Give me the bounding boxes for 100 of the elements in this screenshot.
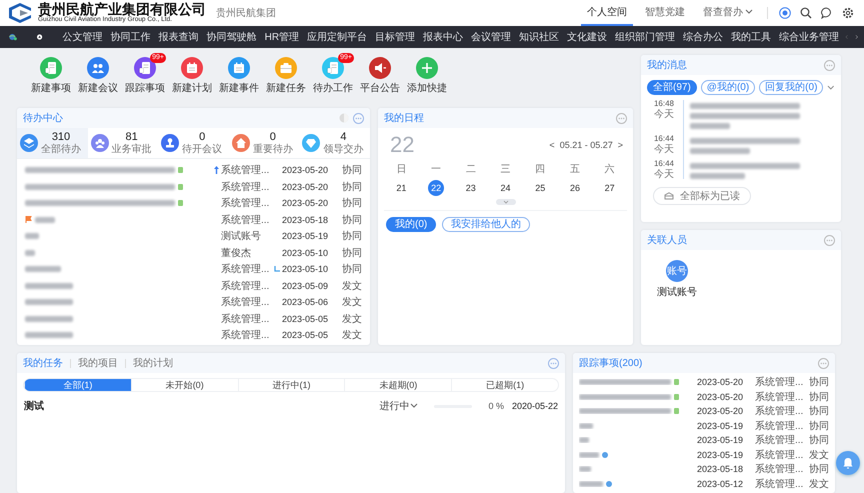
status-dropdown[interactable]: 进行中 [379,399,418,413]
filter-chip[interactable]: @我的(0) [700,80,756,95]
calendar-day[interactable]: 27 [602,180,618,196]
more-icon[interactable] [824,60,835,70]
message-time: 16:44 [654,135,674,144]
blurred-text [25,233,39,240]
stat-tab[interactable]: 0 重要待办 [228,128,300,158]
status-filter-tab[interactable]: 未超期(0) [344,379,452,391]
chevron-down-icon[interactable] [827,84,835,90]
nav-menu-item[interactable]: 协同驾驶舱 [206,30,257,44]
quick-action-button[interactable]: 添加快捷 [405,55,449,95]
user-circle-icon[interactable] [779,7,791,19]
date-text: 2023-05-20 [697,377,744,388]
nav-menu-item[interactable]: 报表查询 [158,30,199,44]
calendar-day[interactable]: 23 [462,180,479,196]
next-week-button[interactable]: > [618,140,623,150]
sender-name: 系统管理... [755,462,804,476]
more-icon[interactable] [548,358,559,368]
type-text: 发文 [341,328,362,342]
date-text: 2023-05-10 [282,248,330,258]
stat-tab[interactable]: 81 业务审批 [88,128,158,158]
message-time: 16:44 [654,160,674,169]
status-filter-tab[interactable]: 已超期(1) [451,379,558,391]
stat-tab[interactable]: 0 待开会议 [158,128,229,158]
type-text: 发文 [341,280,362,293]
nav-menu-item[interactable]: 协同工作 [110,30,151,44]
quick-action-button[interactable]: 新建任务 [264,55,308,95]
status-filter-tab[interactable]: 进行中(1) [238,379,344,391]
sender-name: 系统管理... [221,328,270,342]
quick-action-button[interactable]: 新建事件 [217,55,261,95]
filter-chip[interactable]: 我安排给他人的 [442,217,530,232]
stat-tab[interactable]: 4 领导交办 [299,128,370,158]
nav-menu-item[interactable]: 综合办公 [683,30,724,44]
calendar-day[interactable]: 24 [498,180,514,196]
blurred-text [25,332,73,338]
blurred-text [579,466,591,472]
quick-action-button[interactable]: 平台公告 [358,55,402,95]
date-text: 2023-05-09 [282,280,330,291]
sender-name: 系统管理... [755,434,804,448]
calendar-day[interactable]: 25 [532,180,548,196]
quick-action-button[interactable]: 新建会议 [76,55,120,95]
date-text: 2023-05-06 [282,297,330,308]
theme-toggle-icon[interactable] [339,113,349,123]
quick-action-button[interactable]: 新建计划 [170,55,214,95]
header-tab[interactable]: 智慧党建 [639,0,691,26]
blurred-text [579,480,603,487]
calendar-day[interactable]: 22 [428,180,444,196]
blurred-text [25,250,35,256]
message-time: 16:48 [654,100,674,109]
nav-menu-item[interactable]: 应用定制平台 [307,30,368,44]
filter-chip[interactable]: 我的(0) [386,217,436,232]
search-icon[interactable] [800,7,812,19]
calendar-day[interactable]: 21 [393,180,410,196]
chat-icon[interactable] [821,7,833,19]
previous-week-button[interactable]: < [549,140,555,150]
mark-all-read-button[interactable]: 全部标为已读 [653,187,751,205]
nav-menu-item[interactable]: 综合业务管理 [779,30,840,44]
message-day: 今天 [654,144,674,155]
nav-menu-item[interactable]: 组织部门管理 [615,30,676,44]
person-name: 测试账号 [657,286,697,299]
blurred-text [579,452,599,458]
status-filter-tab[interactable]: 未开始(0) [130,379,238,391]
sender-name: 系统管理... [221,180,270,194]
nav-menu-item[interactable]: 报表中心 [423,30,464,44]
filter-chip[interactable]: 回复我的(0) [759,80,824,95]
nav-menu-item[interactable]: 文化建设 [567,30,608,44]
type-text: 发文 [808,478,829,491]
nav-menu-item[interactable]: 公文管理 [62,30,103,44]
sender-name: 董俊杰 [221,246,252,260]
task-name: 测试 [24,400,44,413]
notification-button[interactable] [836,451,860,475]
more-icon[interactable] [353,112,364,124]
nav-menu-item[interactable]: 会议管理 [471,30,512,44]
status-filter-tab[interactable]: 全部(1) [24,379,131,391]
weekday-label: 五 [568,163,581,176]
quick-action-button[interactable]: 新建事项 [29,55,73,95]
date-text: 2023-05-10 [282,264,330,274]
nav-menu-item[interactable]: 知识社区 [519,30,560,44]
expand-handle-icon[interactable] [496,199,516,205]
weekday-label: 一 [430,163,442,176]
stat-tab[interactable]: 310 全部待办 [17,128,88,158]
more-icon[interactable] [824,234,835,246]
settings-icon[interactable] [842,7,854,19]
more-icon[interactable] [818,358,829,368]
current-day: 22 [390,132,414,158]
nav-menu-item[interactable]: 目标管理 [375,30,416,44]
card-tab[interactable]: 我的项目 [78,356,118,370]
type-text: 协同 [808,420,829,433]
filter-chip[interactable]: 全部(97) [647,80,697,95]
card-tab[interactable]: 我的任务 [23,356,63,370]
header-tab[interactable]: 督查督办 [697,0,759,26]
scroll-right-icon[interactable] [854,32,858,42]
type-text: 协同 [341,214,362,227]
card-tab[interactable]: 我的计划 [133,356,173,370]
progress-percent: 0 % [488,401,504,411]
card-title: 跟踪事项(200) [579,356,642,370]
more-icon[interactable] [616,112,627,124]
calendar-day[interactable]: 26 [566,180,583,196]
nav-menu-item[interactable]: 我的工具 [731,30,772,44]
nav-menu-item[interactable]: HR管理 [264,30,300,44]
